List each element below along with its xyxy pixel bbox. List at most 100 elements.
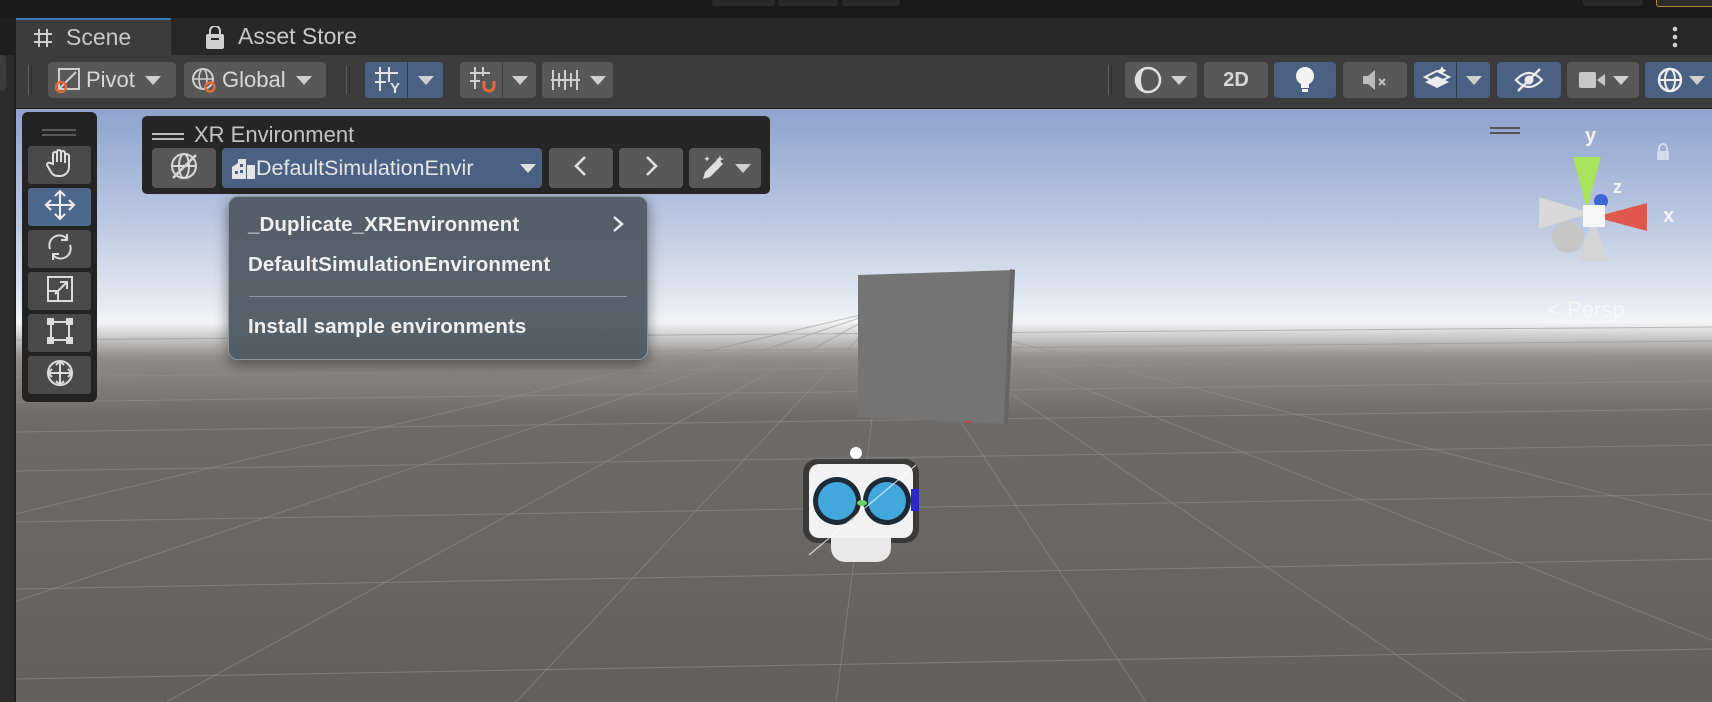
toolbar-separator	[346, 65, 350, 95]
chevron-left-icon	[571, 154, 591, 183]
gizmo-x-label: x	[1663, 205, 1675, 227]
lock-icon[interactable]	[1655, 143, 1671, 161]
scale-tool-button[interactable]	[28, 272, 91, 310]
chevron-down-icon	[144, 75, 161, 85]
panel-handle[interactable]	[0, 55, 6, 91]
effects-layers-icon	[1414, 62, 1460, 98]
xr-environment-overlay: XR Environment DefaultSimulationEnvir	[142, 116, 770, 194]
xr-origin-headset-icon[interactable]	[791, 445, 931, 577]
window-top-strip	[0, 0, 1712, 18]
tab-asset-store-label: Asset Store	[238, 23, 357, 49]
gizmo-axes[interactable]	[1535, 147, 1655, 265]
camera-settings-dropdown[interactable]	[1567, 62, 1639, 98]
move-tool-button[interactable]	[28, 188, 91, 226]
snap-increment-button[interactable]	[460, 62, 536, 98]
grid-icon	[32, 27, 54, 49]
chevron-down-icon	[1466, 75, 1482, 85]
magnet-grid-icon	[460, 62, 506, 98]
lighting-toggle[interactable]	[1274, 62, 1336, 98]
building-icon	[230, 156, 256, 180]
more-options-icon[interactable]	[1672, 26, 1678, 48]
pivot-icon	[54, 66, 82, 94]
menu-divider	[249, 296, 627, 297]
ruler-icon	[550, 65, 584, 95]
environment-visibility-button[interactable]	[152, 148, 216, 188]
pivot-dropdown[interactable]: Pivot	[48, 62, 176, 98]
top-toolbar-button[interactable]	[778, 0, 838, 6]
overlay-drag-handle-icon[interactable]	[152, 128, 184, 140]
selected-environment-label: DefaultSimulationEnvir	[256, 155, 474, 180]
toolbar-separator	[1108, 65, 1112, 95]
grid-options-dropdown[interactable]	[407, 62, 444, 98]
left-panel-edge	[0, 55, 14, 702]
shading-sphere-icon	[1133, 65, 1163, 95]
chevron-right-icon	[641, 154, 661, 183]
chevron-down-icon	[512, 75, 528, 85]
audio-muted-icon	[1360, 67, 1390, 93]
pivot-label: Pivot	[86, 67, 135, 92]
menu-item-duplicate-xrenvironment[interactable]: _Duplicate_XREnvironment	[229, 209, 647, 241]
chevron-right-icon	[611, 214, 625, 239]
move-arrows-icon	[43, 188, 77, 227]
svg-text:Y: Y	[390, 80, 400, 96]
rect-tool-button[interactable]	[28, 314, 91, 352]
scene-toolbar: Pivot Global Y 2D	[16, 55, 1712, 109]
chevron-down-icon	[295, 75, 312, 85]
next-environment-button[interactable]	[619, 148, 683, 188]
lightbulb-icon	[1293, 65, 1317, 95]
menu-item-label: Install sample environments	[248, 315, 527, 338]
tools-overlay	[22, 112, 97, 402]
environment-select-dropdown[interactable]: DefaultSimulationEnvir	[222, 148, 542, 188]
rotate-tool-button[interactable]	[28, 230, 91, 268]
eye-hidden-icon	[1513, 66, 1545, 94]
gizmos-dropdown[interactable]	[1645, 62, 1712, 98]
increment-snap-button[interactable]	[542, 62, 613, 98]
top-toolbar-button[interactable]	[1583, 0, 1643, 6]
hand-icon	[44, 147, 76, 184]
cube-object[interactable]	[858, 265, 1018, 425]
top-toolbar-button[interactable]	[712, 0, 775, 6]
rect-transform-icon	[45, 316, 75, 351]
toolbar-grip[interactable]	[28, 65, 32, 95]
toggle-2d-button[interactable]: 2D	[1204, 62, 1268, 98]
projection-toggle[interactable]: < Persp	[1547, 297, 1625, 323]
globe-icon	[190, 66, 218, 94]
overlay-drag-handle-icon[interactable]	[1490, 122, 1520, 134]
grid-toggle-icon: Y	[365, 62, 411, 98]
chevron-down-icon	[520, 163, 536, 173]
tab-scene[interactable]: Scene	[16, 18, 171, 55]
scene-visibility-toggle[interactable]	[1497, 62, 1561, 98]
gizmo-sphere-icon	[1655, 65, 1685, 95]
previous-environment-button[interactable]	[549, 148, 613, 188]
effects-toggle[interactable]	[1414, 62, 1490, 98]
tab-scene-label: Scene	[66, 24, 132, 50]
camera-icon	[1577, 68, 1607, 92]
scene-orientation-gizmo[interactable]: y z x	[1535, 125, 1695, 265]
menu-item-label: _Duplicate_XREnvironment	[248, 213, 520, 236]
menu-item-install-sample-environments[interactable]: Install sample environments	[229, 311, 647, 343]
tab-asset-store[interactable]: Asset Store	[188, 18, 357, 55]
effects-options-dropdown[interactable]	[1456, 62, 1491, 98]
environment-tools-dropdown[interactable]	[689, 148, 761, 188]
snap-options-dropdown[interactable]	[502, 62, 537, 98]
gizmo-y-label: y	[1585, 125, 1597, 147]
grid-snapping-button[interactable]: Y	[365, 62, 443, 98]
transform-tool-button[interactable]	[28, 356, 91, 394]
shading-mode-dropdown[interactable]	[1125, 62, 1197, 98]
chevron-down-icon	[1171, 75, 1187, 85]
global-label: Global	[222, 67, 286, 92]
shopping-bag-icon	[204, 24, 226, 49]
top-toolbar-button[interactable]	[1656, 0, 1712, 7]
chevron-down-icon	[1689, 75, 1705, 85]
chevron-left-icon: <	[1547, 297, 1560, 322]
menu-item-defaultsimulationenvironment[interactable]: DefaultSimulationEnvironment	[229, 249, 647, 281]
axis-marker	[964, 421, 972, 423]
audio-toggle[interactable]	[1343, 62, 1407, 98]
overlay-drag-handle-icon[interactable]	[42, 124, 76, 136]
chevron-down-icon	[1613, 75, 1629, 85]
chevron-down-icon	[590, 75, 606, 85]
top-toolbar-button[interactable]	[842, 0, 900, 6]
hand-tool-button[interactable]	[28, 146, 91, 184]
global-dropdown[interactable]: Global	[184, 62, 326, 98]
scale-icon	[45, 274, 75, 309]
